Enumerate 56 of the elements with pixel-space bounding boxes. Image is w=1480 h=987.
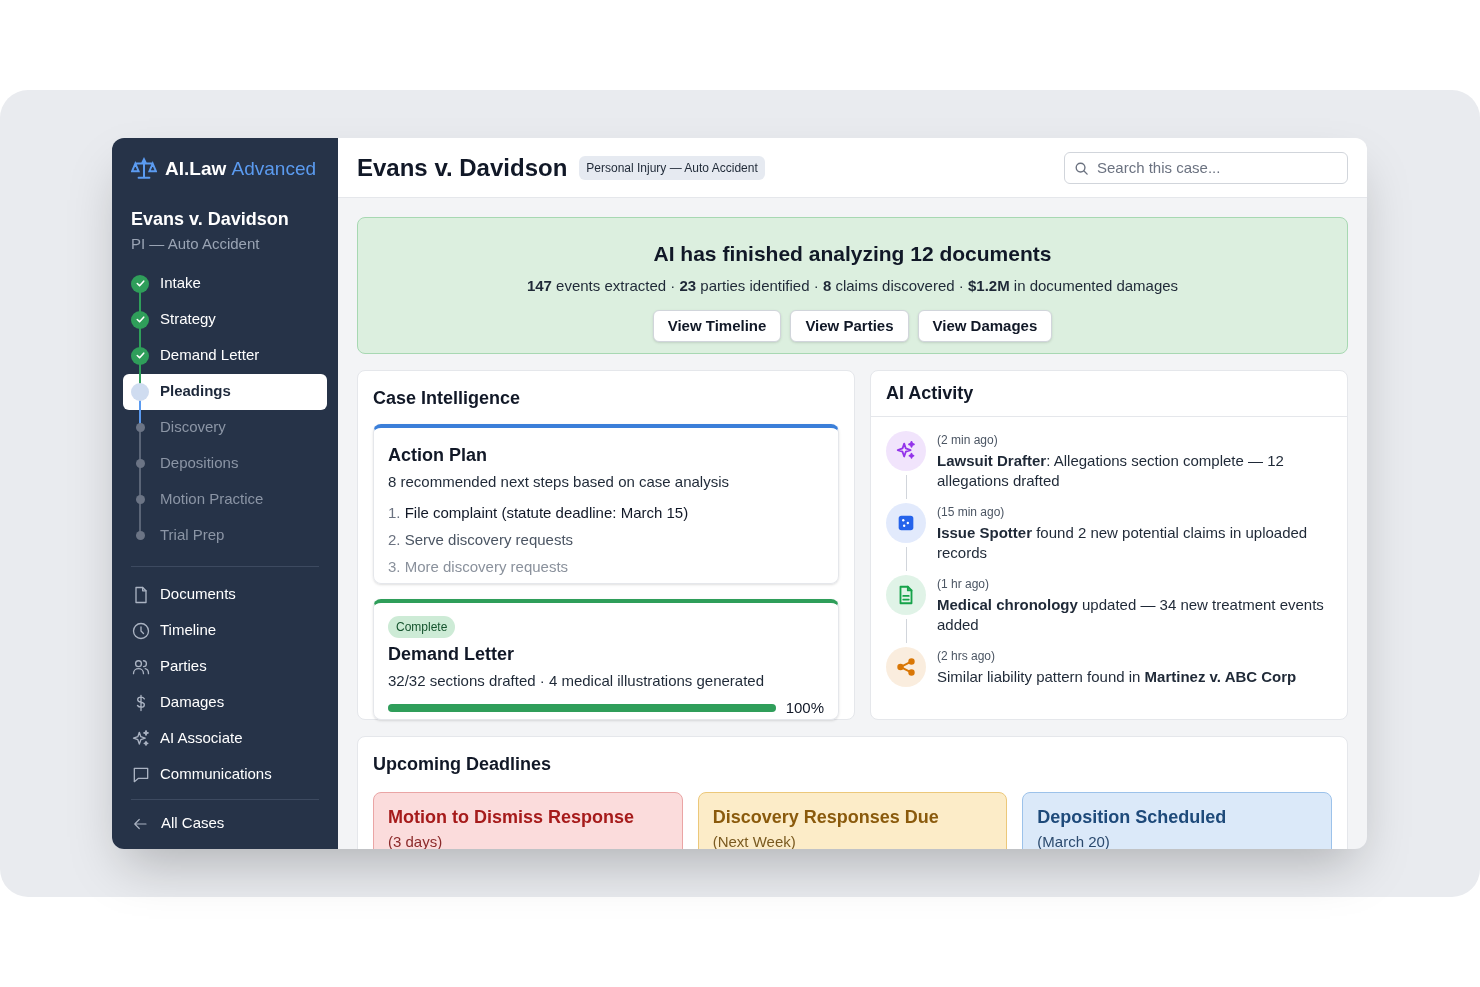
activity-time: (2 hrs ago) — [937, 648, 997, 665]
banner-button[interactable]: View Damages — [917, 310, 1053, 342]
panel-title: AI Activity — [871, 371, 1347, 417]
deadline-title: Motion to Dismiss Response — [388, 806, 636, 829]
activity-text: Issue Spotter found 2 new potential claims in uploaded records — [937, 523, 1309, 563]
nav-item[interactable]: Timeline — [123, 612, 327, 649]
card-subtitle: 8 recommended next steps based on case analysis — [388, 472, 731, 492]
banner-summary: 147 events extracted · 23 parties identified · 8 claims discovered · $1.2M in documented damages — [526, 275, 1179, 296]
stage-item[interactable]: Strategy — [123, 301, 327, 338]
scales-icon — [131, 156, 157, 182]
check-icon — [131, 274, 149, 293]
card-title: Demand Letter — [388, 643, 516, 666]
nav-item[interactable]: Damages — [123, 684, 327, 721]
stage-item[interactable]: Depositions — [123, 445, 327, 482]
case-type-tag: Personal Injury — Auto Accident — [579, 155, 765, 180]
stage-item[interactable]: Intake — [123, 265, 327, 302]
page-title: Evans v. Davidson — [357, 152, 568, 183]
brand-name: AI.Law Advanced — [165, 156, 317, 181]
banner-title: AI has finished analyzing 12 documents — [653, 241, 1052, 267]
panel-title: Case Intelligence — [373, 387, 522, 410]
banner-button[interactable]: View Timeline — [652, 310, 782, 342]
activity-text: Medical chronology updated — 34 new treatment events added — [937, 595, 1325, 635]
status-badge: Complete — [388, 616, 456, 638]
panel-title: Upcoming Deadlines — [373, 753, 553, 776]
search-field[interactable]: Search this case... — [1064, 151, 1348, 184]
deadline-title: Deposition Scheduled — [1037, 806, 1228, 829]
case-subtitle: PI — Auto Accident — [130, 234, 261, 254]
clock-icon — [131, 620, 151, 641]
plan-step: 2. Serve discovery requests — [388, 528, 824, 551]
deadline-title: Discovery Responses Due — [712, 806, 940, 829]
card-detail: 32/32 sections drafted · 4 medical illustrations generated — [388, 671, 766, 691]
stage-item[interactable]: Discovery — [123, 409, 327, 446]
stage-item[interactable]: Trial Prep — [123, 517, 327, 554]
all-cases-link[interactable]: All Cases — [123, 807, 327, 840]
activity-time: (15 min ago) — [937, 504, 1006, 521]
banner-button[interactable]: View Parties — [790, 310, 909, 342]
nav-item[interactable]: AI Associate — [123, 720, 327, 757]
activity-time: (1 hr ago) — [937, 576, 991, 593]
nav-item[interactable]: Documents — [123, 576, 327, 613]
stage-item[interactable]: Demand Letter — [123, 337, 327, 374]
search-icon — [1074, 160, 1089, 176]
activity-time: (2 min ago) — [937, 432, 999, 449]
nav-item[interactable]: Communications — [123, 756, 327, 793]
plan-step: 1. File complaint (statute deadline: March 15) — [388, 501, 824, 524]
sparkle-icon — [131, 728, 151, 749]
progress-reading: 100% — [785, 697, 824, 718]
stage-item[interactable]: Pleadings — [123, 373, 327, 410]
card-title: Action Plan — [388, 444, 488, 467]
check-icon — [131, 310, 149, 329]
nav-item[interactable]: Parties — [123, 648, 327, 685]
activity-text: Similar liability pattern found in Martinez v. ABC Corp — [937, 667, 1297, 687]
stage-item[interactable]: Motion Practice — [123, 481, 327, 518]
case-title: Evans v. Davidson — [130, 208, 290, 231]
activity-text: Lawsuit Drafter: Allegations section complete — 12 allegations drafted — [937, 451, 1285, 491]
check-icon — [131, 346, 149, 365]
plan-step: 3. More discovery requests — [388, 555, 824, 578]
